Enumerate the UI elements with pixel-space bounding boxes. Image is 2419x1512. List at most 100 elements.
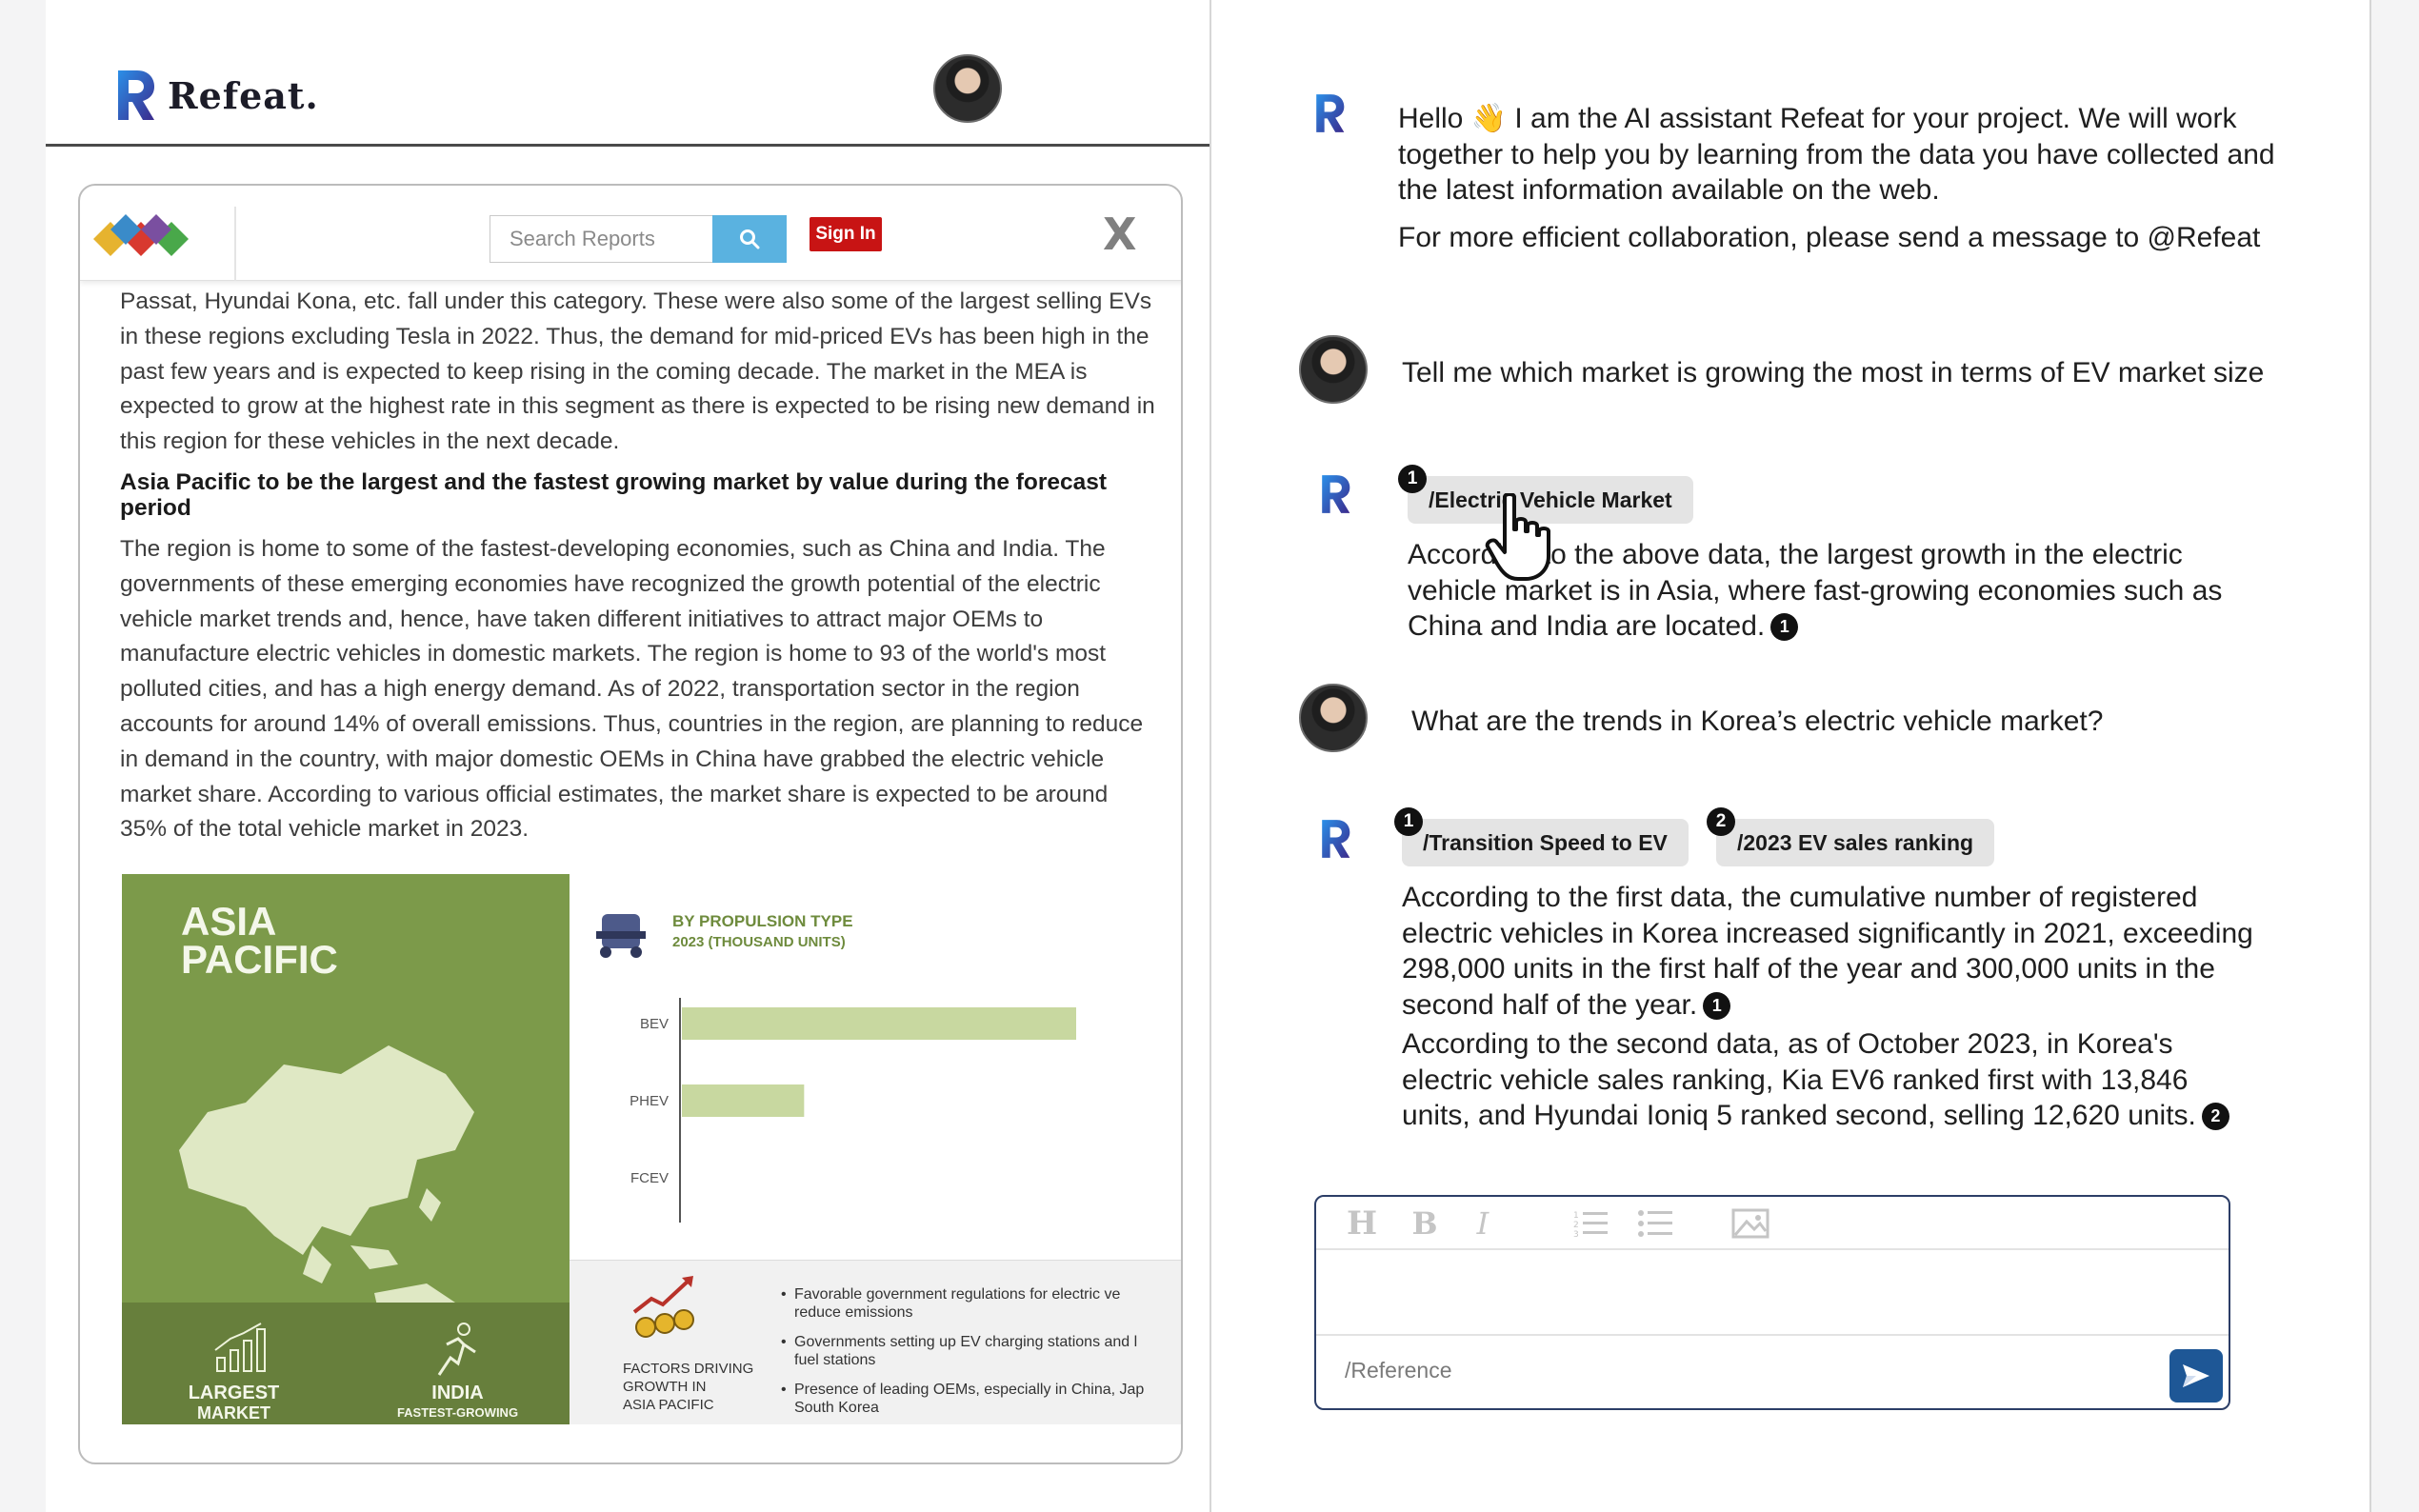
infographic-chart-panel: BY PROPULSION TYPE 2023 (THOUSAND UNITS)… bbox=[570, 874, 1181, 1424]
greeting-paragraph-2: For more efficient collaboration, please… bbox=[1398, 221, 2261, 253]
insert-image-button[interactable] bbox=[1729, 1204, 1771, 1243]
chart-subtitle: 2023 (THOUSAND UNITS) bbox=[672, 934, 846, 950]
report-search-input[interactable] bbox=[490, 215, 712, 263]
factor-item: Favorable government regulations for ele… bbox=[781, 1285, 1181, 1322]
factors-title-line3: ASIA PACIFIC bbox=[623, 1397, 714, 1413]
user-question-1: Tell me which market is growing the most… bbox=[1402, 357, 2265, 388]
growth-chart-icon bbox=[214, 1323, 266, 1372]
factor-item-line2: reduce emissions bbox=[794, 1304, 913, 1321]
answer-2-paragraph-2: According to the second data, as of Octo… bbox=[1402, 1026, 2259, 1134]
india-label: INDIA bbox=[431, 1383, 484, 1403]
asia-pacific-infographic: ASIA PACIFIC LARGEST MARKET INDIA FASTES… bbox=[122, 874, 1181, 1424]
factor-item-line1: Governments setting up EV charging stati… bbox=[794, 1334, 1138, 1350]
bot-greeting-message: Hello 👋 I am the AI assistant Refeat for… bbox=[1398, 101, 2284, 255]
article-heading: Asia Pacific to be the largest and the f… bbox=[120, 468, 1108, 521]
factors-title-line2: GROWTH IN bbox=[623, 1379, 707, 1395]
factor-item-line2: fuel stations bbox=[794, 1352, 876, 1368]
user-question-2: What are the trends in Korea’s electric … bbox=[1411, 706, 2104, 737]
sign-in-button[interactable]: Sign In bbox=[810, 217, 882, 251]
article-paragraph-2: The region is home to some of the fastes… bbox=[120, 535, 1144, 843]
region-title-line1: ASIA bbox=[181, 899, 277, 944]
reference-number-badge: 1 bbox=[1398, 465, 1427, 493]
svg-text:2: 2 bbox=[1573, 1221, 1579, 1230]
citation-badge[interactable]: 2 bbox=[2201, 1103, 2229, 1131]
runner-icon bbox=[437, 1323, 476, 1376]
image-icon bbox=[1731, 1208, 1769, 1239]
factor-item-line1: Favorable government regulations for ele… bbox=[794, 1286, 1121, 1303]
report-site-toolbar: Sign In X bbox=[80, 186, 1181, 281]
category-label: BEV bbox=[640, 1016, 669, 1032]
chart-title: BY PROPULSION TYPE bbox=[672, 912, 853, 930]
bullet-list-icon bbox=[1638, 1210, 1672, 1237]
article-paragraph-1: Passat, Hyundai Kona, etc. fall under th… bbox=[120, 288, 1155, 455]
answer-2-paragraph-1: According to the first data, the cumulat… bbox=[1402, 880, 2259, 1023]
largest-market-cell: LARGEST MARKET bbox=[122, 1303, 346, 1424]
factors-title: FACTORS DRIVING GROWTH IN ASIA PACIFIC bbox=[623, 1360, 756, 1414]
largest-market-label-2: MARKET bbox=[197, 1403, 270, 1422]
citation-badge[interactable]: 1 bbox=[1703, 991, 1731, 1020]
answer-2-text-2: According to the second data, as of Octo… bbox=[1402, 1028, 2196, 1131]
refeat-bot-icon bbox=[1322, 820, 1350, 858]
fastest-growing-label: FASTEST-GROWING bbox=[396, 1405, 519, 1420]
fastest-growing-cell: INDIA FASTEST-GROWING bbox=[346, 1303, 570, 1424]
refeat-logo-icon bbox=[118, 70, 154, 120]
factor-item: Governments setting up EV charging stati… bbox=[781, 1333, 1181, 1369]
message-editor: H B I 1 2 3 bbox=[1314, 1195, 2230, 1410]
infographic-region-panel: ASIA PACIFIC LARGEST MARKET INDIA FASTES… bbox=[122, 874, 570, 1424]
citation-badge[interactable]: 1 bbox=[1770, 613, 1799, 642]
bullet-list-button[interactable] bbox=[1636, 1204, 1674, 1243]
money-growth-icon bbox=[632, 1276, 694, 1338]
app-header: Refeat. bbox=[46, 0, 1210, 147]
italic-button[interactable]: I bbox=[1469, 1204, 1497, 1243]
hand-pointer-icon bbox=[1485, 493, 1550, 581]
heading-button[interactable]: H bbox=[1345, 1204, 1379, 1243]
refeat-bot-icon bbox=[1316, 94, 1345, 132]
factor-item-line2: South Korea bbox=[794, 1400, 879, 1416]
editor-toolbar: H B I 1 2 3 bbox=[1316, 1197, 2229, 1250]
bar-phev bbox=[682, 1084, 805, 1117]
svg-text:1: 1 bbox=[1573, 1211, 1579, 1221]
greeting-paragraph-1: Hello 👋 I am the AI assistant Refeat for… bbox=[1398, 103, 2275, 206]
category-label: FCEV bbox=[630, 1170, 669, 1186]
report-article: Passat, Hyundai Kona, etc. fall under th… bbox=[120, 285, 1158, 857]
left-panel: Refeat. Sign In X Pass bbox=[46, 0, 1210, 1512]
reference-number-badge: 1 bbox=[1394, 807, 1423, 836]
factors-list: Favorable government regulations for ele… bbox=[781, 1285, 1181, 1428]
chat-panel: Hello 👋 I am the AI assistant Refeat for… bbox=[1210, 0, 2371, 1512]
ordered-list-button[interactable]: 1 2 3 bbox=[1571, 1204, 1609, 1243]
svg-text:3: 3 bbox=[1573, 1230, 1579, 1238]
chart-marks: BEV PHEV FCEV bbox=[630, 1007, 1076, 1186]
bar-bev bbox=[682, 1007, 1076, 1040]
refeat-logo[interactable]: Refeat. bbox=[114, 67, 319, 124]
send-button[interactable] bbox=[2169, 1349, 2223, 1403]
region-title-line2: PACIFIC bbox=[181, 937, 338, 982]
answer-2-text-1: According to the first data, the cumulat… bbox=[1402, 882, 2253, 1021]
app-name: Refeat. bbox=[168, 73, 319, 117]
ordered-list-icon: 1 2 3 bbox=[1573, 1211, 1608, 1238]
bold-button[interactable]: B bbox=[1408, 1204, 1442, 1243]
report-browser-window: Sign In X Passat, Hyundai Kona, etc. fal… bbox=[78, 184, 1183, 1464]
user-avatar bbox=[1299, 684, 1368, 752]
bot-answer-2: According to the first data, the cumulat… bbox=[1402, 880, 2259, 1134]
asia-pacific-map-icon bbox=[179, 1045, 474, 1350]
vehicle-icon bbox=[596, 914, 646, 958]
reference-input[interactable] bbox=[1345, 1349, 2154, 1391]
toolbar-divider bbox=[234, 207, 236, 281]
reference-chip-transition-speed[interactable]: /Transition Speed to EV bbox=[1402, 819, 1689, 866]
send-icon bbox=[2183, 1364, 2209, 1387]
factor-item-line1: Presence of leading OEMs, especially in … bbox=[794, 1382, 1145, 1398]
category-label: PHEV bbox=[630, 1093, 669, 1109]
factor-item: Presence of leading OEMs, especially in … bbox=[781, 1381, 1181, 1417]
largest-market-label-1: LARGEST bbox=[188, 1383, 280, 1403]
factors-title-line1: FACTORS DRIVING bbox=[623, 1361, 754, 1377]
close-report-button[interactable]: X bbox=[1103, 209, 1136, 260]
reference-number-badge: 2 bbox=[1707, 807, 1735, 836]
editor-text-area[interactable] bbox=[1316, 1250, 2229, 1336]
user-avatar[interactable] bbox=[933, 54, 1002, 123]
propulsion-bar-chart: BY PROPULSION TYPE 2023 (THOUSAND UNITS)… bbox=[596, 912, 1076, 1223]
user-avatar bbox=[1299, 335, 1368, 404]
site-logo-icon[interactable] bbox=[91, 214, 190, 264]
reference-chip-ev-sales-ranking[interactable]: /2023 EV sales ranking bbox=[1716, 819, 1995, 866]
refeat-bot-icon bbox=[1322, 475, 1350, 513]
report-search-button[interactable] bbox=[712, 215, 787, 263]
